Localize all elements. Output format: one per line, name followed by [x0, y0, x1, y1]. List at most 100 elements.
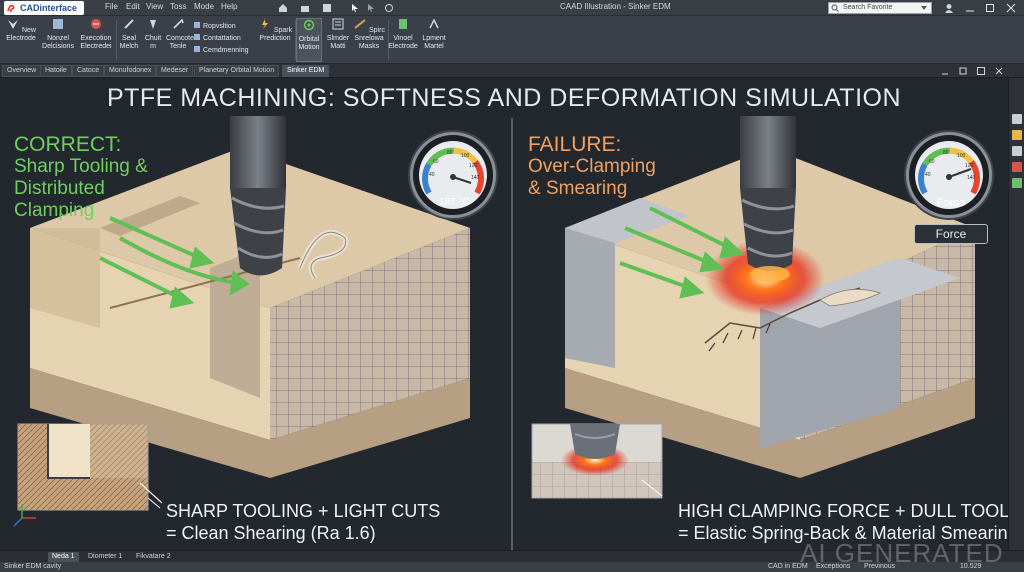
select-icon[interactable]	[366, 3, 376, 13]
search-input[interactable]: Search Favorite	[828, 2, 932, 14]
ribbon-label: Seal Melch	[119, 35, 139, 50]
ribbon-small-item[interactable]: Ropvsltion	[194, 21, 258, 33]
home-icon[interactable]	[278, 3, 288, 13]
left-label-line: Clamping	[14, 200, 95, 221]
menu-file[interactable]: File	[105, 2, 118, 11]
close-icon[interactable]	[1006, 3, 1016, 13]
left-inset-detail	[17, 423, 161, 511]
execution-button[interactable]: Execotion Electredei	[78, 18, 114, 51]
menu-help[interactable]: Help	[221, 2, 237, 11]
render-icon[interactable]	[1012, 162, 1022, 172]
gauge-tick: 120	[469, 163, 478, 169]
gauge-tick: 100	[957, 153, 966, 159]
menu-toss[interactable]: Toss	[170, 2, 186, 11]
window-title: CAAD Illustration - Sinker EDM	[560, 2, 671, 11]
right-inset-detail	[531, 423, 663, 499]
slider-matti-button[interactable]: Slmder Matti	[326, 18, 350, 51]
left-caption-line2: = Clean Shearing (Ra 1.6)	[166, 523, 376, 543]
tab-catoce[interactable]: Catoce	[72, 65, 105, 77]
ribbon-label: Orbital Motion	[298, 36, 320, 51]
chuit-button[interactable]: Chuit m	[142, 18, 164, 51]
viewport-restore-icon[interactable]	[958, 66, 968, 76]
gauge-tick: 140	[471, 175, 480, 181]
new-electrode-button[interactable]: New Electrode	[4, 18, 38, 43]
left-panel-label: CORRECT: Sharp Tooling & Distributed Cla…	[14, 134, 148, 222]
comcote-button[interactable]: Comcote Tenle	[166, 18, 194, 51]
lpment-martel-button[interactable]: Lpment Martel	[420, 18, 448, 51]
vinoel-icon	[399, 19, 407, 29]
bottom-tab-neda-1[interactable]: Neda 1	[48, 552, 79, 562]
right-panel-label: FAILURE: Over-Clamping & Smearing	[528, 134, 656, 200]
comcote-icon	[173, 18, 184, 29]
right-end-mill	[740, 116, 796, 282]
tab-monufodonex[interactable]: Monufodonex	[104, 65, 157, 77]
bottom-tab-fikvatare-2[interactable]: Fikvatare 2	[132, 552, 175, 562]
search-icon	[831, 4, 839, 12]
layers-icon[interactable]	[1012, 146, 1022, 156]
app-logo: CADinterface	[4, 1, 84, 15]
list-icon	[194, 34, 200, 40]
menu-edit[interactable]: Edit	[126, 2, 140, 11]
maximize-icon[interactable]	[985, 3, 995, 13]
gauge-tick: 40	[925, 172, 931, 178]
seal-button[interactable]: Seal Melch	[118, 18, 140, 51]
gauge-tick: 100	[461, 153, 470, 159]
viewport-close-icon[interactable]	[994, 66, 1004, 76]
force-button[interactable]: Force	[914, 224, 988, 244]
user-icon[interactable]	[944, 3, 954, 13]
spark-prediction-button[interactable]: Spark Prediction	[256, 18, 294, 43]
tab-medeser[interactable]: Medeser	[156, 65, 194, 77]
logo-icon	[7, 4, 15, 13]
slider-icon	[332, 18, 344, 30]
left-label-line: Distributed	[14, 178, 105, 199]
watermark-text: AI GENERATED	[800, 538, 1004, 568]
decisions-icon	[53, 19, 63, 29]
temperature-gauge: 40 60 80 100 120 140 187 °C	[410, 132, 496, 218]
ribbon-small-item[interactable]: Contattation	[194, 33, 258, 45]
ribbon-label: Comcote Tenle	[166, 35, 195, 50]
ribbon-toolbar: New Electrode Nonzel Delcisions Execotio…	[0, 16, 1024, 64]
chuit-icon	[150, 20, 156, 29]
view-cube-icon[interactable]	[1012, 114, 1022, 124]
gauge-tick: 40	[429, 172, 435, 178]
gauge-tick: 60	[929, 159, 935, 165]
masks-button[interactable]: Spirc Snrelowa Masks	[352, 18, 386, 51]
minimize-icon[interactable]	[965, 3, 975, 13]
right-label-line: Over-Clamping	[528, 156, 656, 177]
right-caption-line1: HIGH CLAMPING FORCE + DULL TOOL	[678, 501, 1010, 521]
menu-view[interactable]: View	[146, 2, 163, 11]
save-icon[interactable]	[322, 3, 332, 13]
menu-mode[interactable]: Mode	[194, 2, 214, 11]
masks-icon	[354, 19, 366, 29]
ribbon-small-item[interactable]: Cemdmenning	[194, 45, 258, 57]
folder-panel-icon[interactable]	[1012, 130, 1022, 140]
ribbon-small-label: Cemdmenning	[203, 47, 249, 54]
tab-sinker-edm[interactable]: Sinker EDM	[282, 65, 330, 77]
orbital-motion-button[interactable]: Orbital Motion	[296, 18, 322, 62]
ribbon-small-label: Ropvsltion	[203, 23, 236, 30]
ribbon-label: Spirc Snrelowa Masks	[354, 27, 385, 50]
pointer-icon[interactable]	[350, 3, 360, 13]
tab-planetary-orbital-motion[interactable]: Planetary Orbital Motion	[194, 65, 280, 77]
gauge-value: 187 °C	[439, 197, 470, 208]
new-electrode-icon	[8, 20, 19, 29]
bottom-tab-diometer-1[interactable]: Diometer 1	[84, 552, 126, 562]
right-label-title: FAILURE:	[528, 133, 622, 156]
viewport-maximize-icon[interactable]	[976, 66, 986, 76]
folder-icon[interactable]	[300, 3, 310, 13]
left-caption-line1: SHARP TOOLING + LIGHT CUTS	[166, 501, 441, 521]
right-label-line: & Smearing	[528, 178, 628, 199]
vinoel-electrode-button[interactable]: Vinoel Electrode	[388, 18, 418, 51]
panel-divider	[511, 118, 513, 550]
viewport-minimize-icon[interactable]	[940, 66, 950, 76]
decisions-button[interactable]: Nonzel Delcisions	[40, 18, 76, 51]
tab-hatoile[interactable]: Hatoile	[40, 65, 72, 77]
search-dropdown-icon[interactable]	[920, 4, 928, 12]
properties-icon[interactable]	[1012, 178, 1022, 188]
lpment-icon	[429, 18, 439, 29]
ribbon-separator	[116, 20, 117, 60]
pan-icon[interactable]	[384, 3, 394, 13]
document-tabs: Overview Hatoile Catoce Monufodonex Mede…	[0, 64, 1024, 78]
illustration-headline: PTFE MACHINING: SOFTNESS AND DEFORMATION…	[106, 84, 902, 112]
tab-overview[interactable]: Overview	[2, 65, 42, 77]
